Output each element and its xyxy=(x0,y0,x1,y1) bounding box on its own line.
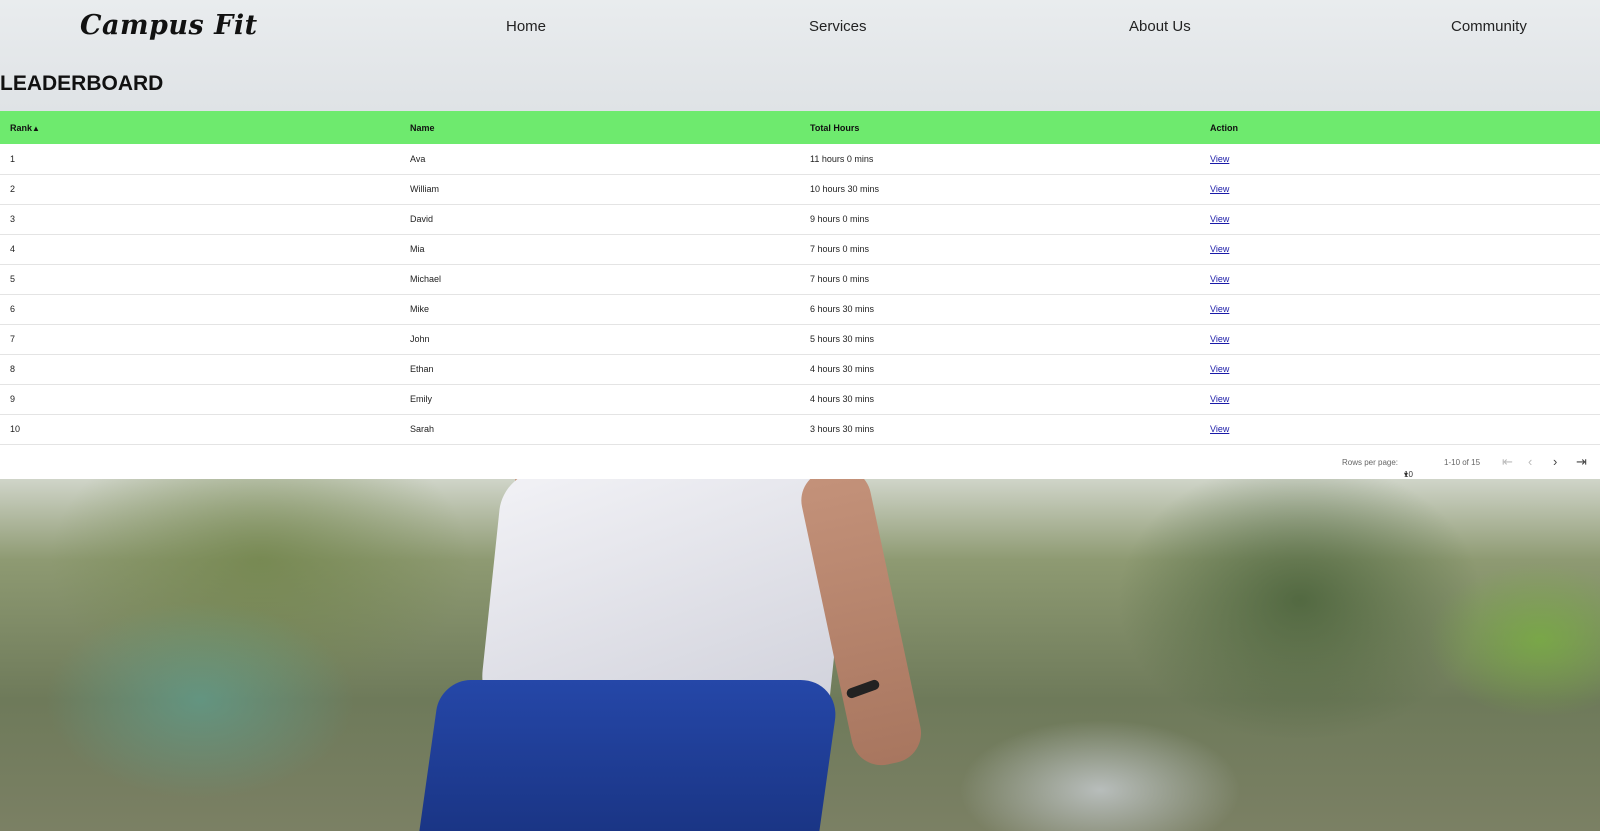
table-row: 1 Ava 11 hours 0 mins View xyxy=(0,144,1600,174)
rank-header-label: Rank xyxy=(10,122,33,133)
sort-ascending-icon[interactable]: ▲ xyxy=(32,124,40,133)
total-hours-cell: 9 hours 0 mins xyxy=(810,214,870,224)
rank-cell: 1 xyxy=(10,153,16,164)
column-header-action: Action xyxy=(1210,122,1238,133)
nav-community[interactable]: Community xyxy=(1451,18,1527,35)
name-cell: William xyxy=(410,184,439,194)
first-page-icon[interactable]: ⇤ xyxy=(1502,454,1513,470)
table-row: 8 Ethan 4 hours 30 mins View xyxy=(0,354,1600,384)
name-cell: Mia xyxy=(410,244,425,254)
name-cell: Ethan xyxy=(410,364,434,374)
name-cell: Sarah xyxy=(410,424,435,434)
action-cell: View xyxy=(1200,174,1600,204)
rank-cell: 5 xyxy=(10,274,16,284)
leaderboard-panel: Rank▲ Name Total Hours Action 1 Ava 11 hou… xyxy=(0,111,1600,479)
action-cell: View xyxy=(1200,234,1600,264)
view-link[interactable]: View xyxy=(1210,424,1229,434)
chevron-down-icon: ▾ xyxy=(1404,470,1409,479)
table-row: 9 Emily 4 hours 30 mins View xyxy=(0,384,1600,414)
view-link[interactable]: View xyxy=(1210,394,1229,404)
table-row: 10 Sarah 3 hours 30 mins View xyxy=(0,414,1600,444)
action-cell: View xyxy=(1200,204,1600,234)
name-cell: Michael xyxy=(410,274,442,284)
rank-cell: 7 xyxy=(10,334,16,344)
rank-cell: 2 xyxy=(10,184,16,194)
name-cell: David xyxy=(410,214,434,224)
total-hours-cell: 7 hours 0 mins xyxy=(810,244,870,254)
next-page-icon[interactable]: › xyxy=(1553,454,1557,469)
total-hours-cell: 10 hours 30 mins xyxy=(810,184,880,194)
rank-cell: 4 xyxy=(10,244,16,254)
view-link[interactable]: View xyxy=(1210,334,1229,344)
rank-cell: 8 xyxy=(10,364,16,374)
prev-page-icon[interactable]: ‹ xyxy=(1528,454,1532,469)
action-cell: View xyxy=(1200,384,1600,414)
name-cell: Mike xyxy=(410,304,430,314)
total-hours-cell: 4 hours 30 mins xyxy=(810,394,875,404)
total-hours-cell: 4 hours 30 mins xyxy=(810,364,875,374)
view-link[interactable]: View xyxy=(1210,154,1229,164)
total-hours-cell: 3 hours 30 mins xyxy=(810,424,875,434)
table-row: 2 William 10 hours 30 mins View xyxy=(0,174,1600,204)
name-cell: Emily xyxy=(410,394,432,404)
view-link[interactable]: View xyxy=(1210,214,1229,224)
action-cell: View xyxy=(1200,264,1600,294)
total-hours-cell: 6 hours 30 mins xyxy=(810,304,875,314)
page-title: LEADERBOARD xyxy=(0,72,164,95)
column-header-rank[interactable]: Rank▲ xyxy=(0,111,400,144)
action-cell: View xyxy=(1200,414,1600,444)
view-link[interactable]: View xyxy=(1210,184,1229,194)
pagination-bar: Rows per page: 10 ▾ 1-10 of 15 ⇤ ‹ › ⇥ xyxy=(0,446,1600,479)
view-link[interactable]: View xyxy=(1210,274,1229,284)
column-header-total-hours[interactable]: Total Hours xyxy=(800,111,1200,144)
page-range: 1-10 of 15 xyxy=(1444,458,1481,467)
view-link[interactable]: View xyxy=(1210,244,1229,254)
rows-per-page-label: Rows per page: xyxy=(1342,458,1399,467)
brand-logo[interactable]: Campus Fit xyxy=(80,10,258,41)
table-header-row: Rank▲ Name Total Hours Action xyxy=(0,111,1600,144)
site-header: Campus Fit Home Services About Us Commun… xyxy=(0,0,1600,56)
table-row: 5 Michael 7 hours 0 mins View xyxy=(0,264,1600,294)
leaderboard-table: Rank▲ Name Total Hours Action 1 Ava 11 hou… xyxy=(0,111,1600,445)
column-header-name[interactable]: Name xyxy=(400,111,800,144)
rank-cell: 10 xyxy=(10,424,21,434)
rank-cell: 9 xyxy=(10,394,16,404)
name-cell: John xyxy=(410,334,430,344)
view-link[interactable]: View xyxy=(1210,304,1229,314)
table-row: 3 David 9 hours 0 mins View xyxy=(0,204,1600,234)
action-cell: View xyxy=(1200,144,1600,174)
nav-services[interactable]: Services xyxy=(809,18,867,35)
action-cell: View xyxy=(1200,354,1600,384)
nav-home[interactable]: Home xyxy=(506,18,546,35)
table-row: 4 Mia 7 hours 0 mins View xyxy=(0,234,1600,264)
total-hours-cell: 7 hours 0 mins xyxy=(810,274,870,284)
action-cell: View xyxy=(1200,324,1600,354)
view-link[interactable]: View xyxy=(1210,364,1229,374)
action-cell: View xyxy=(1200,294,1600,324)
table-row: 6 Mike 6 hours 30 mins View xyxy=(0,294,1600,324)
rank-cell: 6 xyxy=(10,304,16,314)
total-hours-cell: 5 hours 30 mins xyxy=(810,334,875,344)
last-page-icon[interactable]: ⇥ xyxy=(1576,454,1587,470)
total-hours-cell: 11 hours 0 mins xyxy=(810,153,874,164)
nav-about-us[interactable]: About Us xyxy=(1129,18,1191,35)
table-row: 7 John 5 hours 30 mins View xyxy=(0,324,1600,354)
runner-shorts xyxy=(419,680,841,831)
rank-cell: 3 xyxy=(10,214,16,224)
name-cell: Ava xyxy=(410,153,426,164)
